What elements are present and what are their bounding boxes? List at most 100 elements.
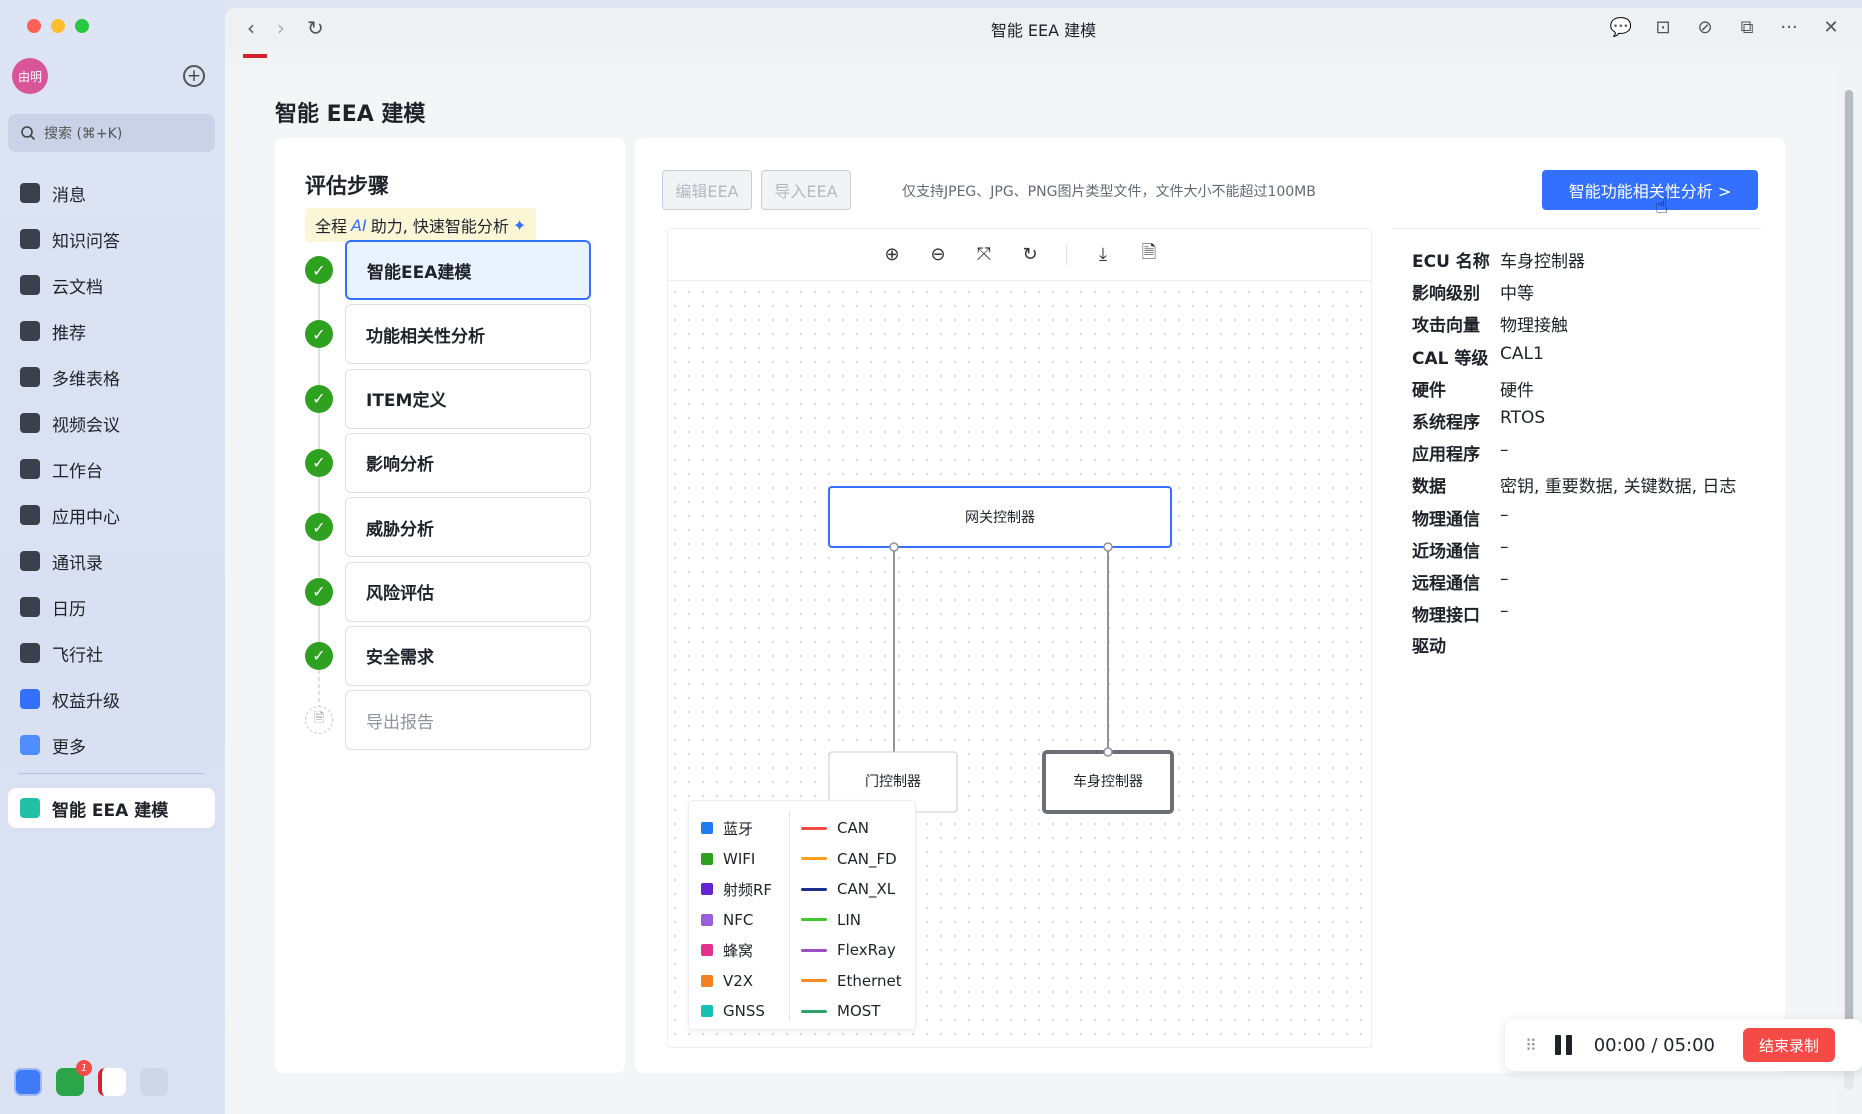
step-item[interactable]: ✓ 智能EEA建模 <box>305 240 595 300</box>
ecu-info-value: – <box>1500 536 1509 557</box>
sidebar-item-label: 通讯录 <box>52 553 103 574</box>
recording-timer: 00:00 / 05:00 <box>1594 1035 1715 1056</box>
search-input[interactable]: 搜索 (⌘+K) <box>8 114 215 152</box>
step-label[interactable]: 威胁分析 <box>345 497 591 558</box>
step-item[interactable]: ✓ ITEM定义 <box>305 368 595 429</box>
dock-workplace-icon[interactable]: 1 <box>56 1060 92 1096</box>
sidebar-item-label: 应用中心 <box>52 507 120 528</box>
step-item[interactable]: ✓ 威胁分析 <box>305 497 595 558</box>
dock-more-icon[interactable] <box>140 1068 168 1096</box>
analyze-button[interactable]: 智能功能相关性分析 > <box>1542 170 1758 210</box>
new-window-icon[interactable]: ⧉ <box>1736 16 1758 38</box>
step-item[interactable]: ✓ 风险评估 <box>305 561 595 622</box>
steps-heading: 评估步骤 <box>305 174 389 198</box>
sidebar-item[interactable]: 推荐 <box>8 308 215 354</box>
port-handle[interactable] <box>1103 747 1113 757</box>
sidebar-item[interactable]: 权益升级 <box>8 676 215 722</box>
ecu-info-row: 数据 密钥, 重要数据, 关键数据, 日志 <box>1412 472 1736 497</box>
compass-icon[interactable]: ⊘ <box>1694 16 1716 38</box>
maximize-window-button[interactable] <box>75 19 89 33</box>
tip-ai: AI <box>351 215 367 235</box>
document-icon: 🗎 <box>305 706 333 735</box>
sidebar-item[interactable]: 消息 <box>8 170 215 216</box>
sidebar-item-eea-modeling[interactable]: 智能 EEA 建模 <box>8 788 215 828</box>
legend-swatch <box>701 883 713 896</box>
stop-recording-button[interactable]: 结束录制 <box>1743 1028 1836 1062</box>
legend-swatch <box>701 1005 713 1018</box>
page-title: 智能 EEA 建模 <box>275 102 426 127</box>
sidebar-item[interactable]: 应用中心 <box>8 492 215 538</box>
bot-icon[interactable]: ⊡ <box>1652 16 1674 38</box>
nav-divider <box>18 773 204 774</box>
ecu-info-row: 物理通信 – <box>1412 505 1509 530</box>
ecu-info-value: – <box>1500 601 1509 622</box>
close-icon[interactable]: ✕ <box>1820 16 1842 38</box>
robot-app-icon <box>20 798 40 818</box>
ecu-info-value: – <box>1500 440 1509 461</box>
scrollbar[interactable] <box>1844 90 1854 1090</box>
tip-prefix: 全程 <box>315 217 348 236</box>
step-item[interactable]: 🗎 导出报告 <box>305 690 595 751</box>
more-icon[interactable]: ··· <box>1778 16 1800 38</box>
edit-eea-button[interactable]: 编辑EEA <box>662 170 752 210</box>
port-handle[interactable] <box>1103 542 1113 552</box>
legend-item: FlexRay <box>801 935 902 966</box>
sidebar-item-label: 知识问答 <box>52 231 120 252</box>
step-item[interactable]: ✓ 功能相关性分析 <box>305 304 595 365</box>
ecu-info-value: CAL1 <box>1500 343 1544 364</box>
step-label[interactable]: 导出报告 <box>345 690 591 751</box>
step-label[interactable]: 安全需求 <box>345 625 591 686</box>
step-label[interactable]: 影响分析 <box>345 432 591 493</box>
drag-handle-icon[interactable]: ⠿ <box>1525 1036 1537 1055</box>
banner-accent <box>243 54 267 58</box>
calendar-icon <box>20 597 40 617</box>
avatar[interactable]: 由明 <box>12 58 48 94</box>
sidebar-item-label: 多维表格 <box>52 369 120 390</box>
dock-docs-icon[interactable] <box>98 1068 126 1096</box>
sidebar-item[interactable]: 知识问答 <box>8 216 215 262</box>
sidebar-item[interactable]: 更多 <box>8 722 215 768</box>
ecu-info-row: 影响级别 中等 <box>1412 279 1534 304</box>
step-label[interactable]: 功能相关性分析 <box>345 304 591 365</box>
scrollbar-thumb[interactable] <box>1845 90 1853 1070</box>
contacts-icon <box>20 551 40 571</box>
step-item[interactable]: ✓ 安全需求 <box>305 625 595 686</box>
port-handle[interactable] <box>889 542 899 552</box>
ecu-info-row: 硬件 硬件 <box>1412 376 1534 401</box>
ecu-info-row: 远程通信 – <box>1412 569 1509 594</box>
step-item[interactable]: ✓ 影响分析 <box>305 432 595 493</box>
comment-icon[interactable]: 💬 <box>1610 16 1632 38</box>
pause-button[interactable] <box>1554 1035 1572 1055</box>
main-window: ‹ › ↻ 智能 EEA 建模 💬 ⊡ ⊘ ⧉ ··· ✕ 智能 EEA 建模 … <box>225 8 1862 1114</box>
minimize-window-button[interactable] <box>51 19 65 33</box>
check-icon: ✓ <box>305 513 333 542</box>
close-window-button[interactable] <box>27 19 41 33</box>
sidebar-item-label: 智能 EEA 建模 <box>52 800 169 821</box>
step-label[interactable]: ITEM定义 <box>345 368 591 429</box>
sidebar-item[interactable]: 飞行社 <box>8 630 215 676</box>
ecu-info-value: – <box>1500 569 1509 589</box>
sidebar-item[interactable]: 工作台 <box>8 446 215 492</box>
step-label[interactable]: 风险评估 <box>345 561 591 622</box>
sidebar-item[interactable]: 云文档 <box>8 262 215 308</box>
video-icon <box>20 413 40 433</box>
legend-label: 蜂窝 <box>723 941 754 960</box>
sidebar-item[interactable]: 多维表格 <box>8 354 215 400</box>
recording-elapsed: 00:00 <box>1593 1034 1646 1056</box>
legend-item: 射频RF <box>701 874 772 905</box>
step-label[interactable]: 智能EEA建模 <box>345 240 591 300</box>
page-content: 智能 EEA 建模 评估步骤 全程 AI 助力, 快速智能分析 ✦ ✓ 智能EEA… <box>225 66 1837 1114</box>
legend-label: GNSS <box>723 1002 765 1021</box>
import-eea-button[interactable]: 导入EEA <box>761 170 851 210</box>
sidebar-item[interactable]: 通讯录 <box>8 538 215 584</box>
dock-app-icon[interactable] <box>14 1068 42 1096</box>
recommend-icon <box>20 321 40 341</box>
add-button[interactable]: + <box>183 65 205 87</box>
ecu-info-row: 近场通信 – <box>1412 537 1509 562</box>
sidebar-item[interactable]: 视频会议 <box>8 400 215 446</box>
ai-tip: 全程 AI 助力, 快速智能分析 ✦ <box>305 208 537 242</box>
sidebar-item-label: 工作台 <box>52 461 103 482</box>
ecu-info-key: 应用程序 <box>1412 445 1480 466</box>
ecu-info-value: RTOS <box>1500 408 1546 428</box>
sidebar-item[interactable]: 日历 <box>8 584 215 630</box>
